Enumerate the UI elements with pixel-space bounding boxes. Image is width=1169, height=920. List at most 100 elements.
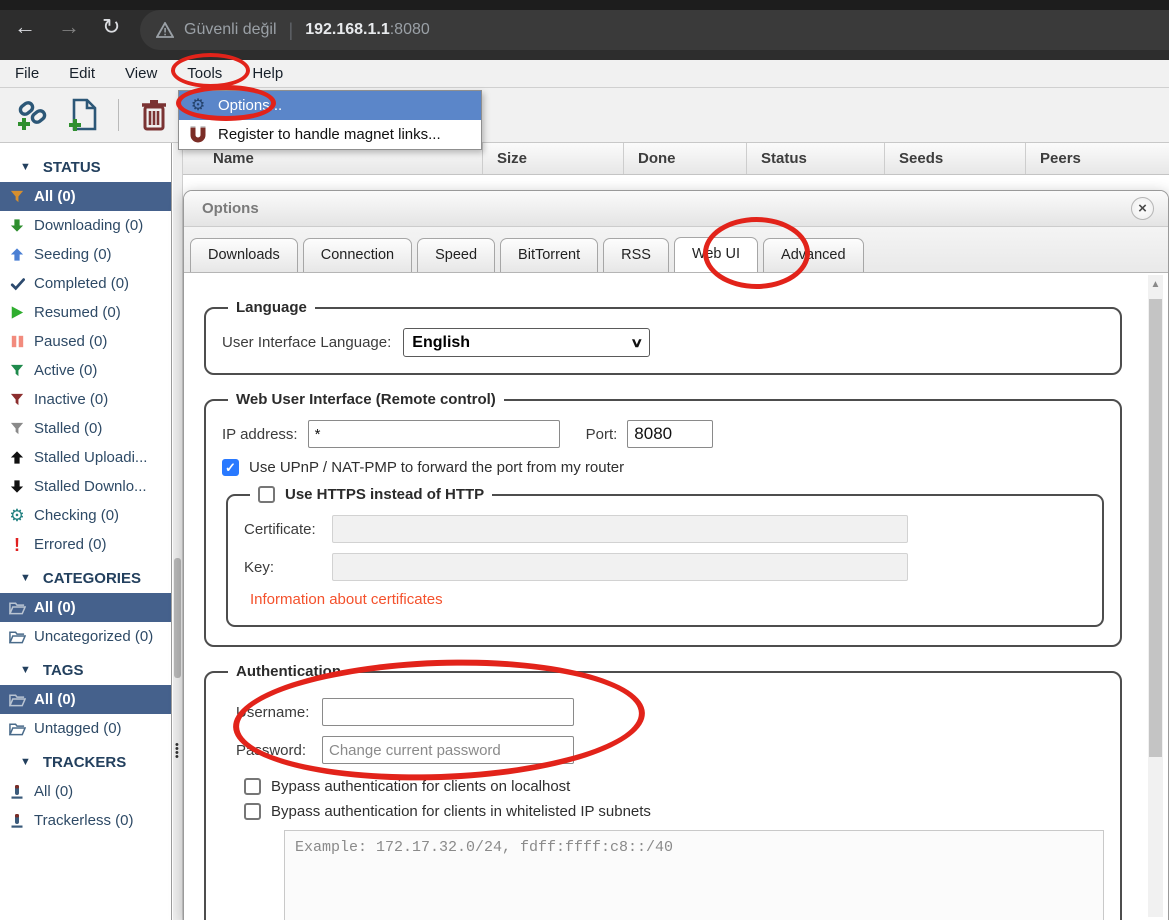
- tab-connection[interactable]: Connection: [302, 238, 413, 272]
- delete-button[interactable]: [137, 97, 171, 133]
- toolbar-separator: [118, 99, 119, 131]
- not-secure-warning-icon: [156, 22, 174, 38]
- dialog-scrollbar-thumb[interactable]: [1149, 299, 1162, 757]
- forward-icon[interactable]: →: [58, 16, 80, 38]
- dialog-titlebar[interactable]: Options ×: [184, 191, 1168, 227]
- menu-view[interactable]: View: [125, 65, 157, 82]
- browser-chrome: ← → ↻ Güvenli değil | 192.168.1.1 :8080: [0, 0, 1169, 60]
- sidebar-item-completed[interactable]: Completed (0): [0, 269, 171, 298]
- sidebar-item-inactive[interactable]: Inactive (0): [0, 385, 171, 414]
- options-dialog: Options × Downloads Connection Speed Bit…: [183, 190, 1169, 920]
- sidebar-item-all-status[interactable]: All (0): [0, 182, 171, 211]
- username-input[interactable]: [322, 698, 574, 726]
- https-checkbox[interactable]: [258, 486, 275, 503]
- whitelisted-subnets-textarea[interactable]: [284, 830, 1104, 920]
- menu-tools[interactable]: Tools: [187, 65, 222, 82]
- https-legend: Use HTTPS instead of HTTP: [250, 486, 492, 503]
- sidebar-item-resumed[interactable]: Resumed (0): [0, 298, 171, 327]
- sidebar-item-paused[interactable]: Paused (0): [0, 327, 171, 356]
- back-icon[interactable]: ←: [14, 16, 36, 38]
- tags-section-header[interactable]: ▼ TAGS: [0, 655, 171, 685]
- menu-file[interactable]: File: [15, 65, 39, 82]
- selected-language: English: [412, 333, 471, 351]
- sidebar-item-downloading[interactable]: Downloading (0): [0, 211, 171, 240]
- language-legend: Language: [236, 299, 307, 316]
- tab-advanced[interactable]: Advanced: [763, 238, 864, 272]
- ui-language-label: User Interface Language:: [222, 334, 392, 351]
- port-label: Port:: [585, 425, 618, 443]
- url-port: :8080: [389, 21, 430, 38]
- arrow-down-icon: [8, 479, 26, 495]
- menu-item-options[interactable]: ⚙ Options...: [179, 91, 481, 120]
- add-torrent-link-button[interactable]: [16, 97, 50, 133]
- ip-address-input[interactable]: [307, 420, 560, 448]
- bypass-localhost-label[interactable]: Bypass authentication for clients on loc…: [271, 778, 570, 795]
- sidebar-item-checking[interactable]: ⚙ Checking (0): [0, 501, 171, 530]
- sidebar-item-errored[interactable]: ! Errored (0): [0, 530, 171, 559]
- dialog-scrollbar[interactable]: ▲: [1148, 275, 1163, 917]
- sidebar-item-stalled-downloading[interactable]: Stalled Downlo...: [0, 472, 171, 501]
- bypass-subnets-checkbox[interactable]: [244, 803, 261, 820]
- ip-address-label: IP address:: [222, 425, 298, 443]
- app-menu-bar: File Edit View Tools Help: [0, 60, 1169, 88]
- bypass-localhost-checkbox[interactable]: [244, 778, 261, 795]
- options-tab-strip: Downloads Connection Speed BitTorrent RS…: [184, 227, 1168, 273]
- sidebar-item-all-tags[interactable]: All (0): [0, 685, 171, 714]
- filters-sidebar: ▼ STATUS All (0) Downloading (0) Seeding…: [0, 143, 172, 920]
- tab-bittorrent[interactable]: BitTorrent: [500, 238, 599, 272]
- key-input[interactable]: [332, 553, 908, 581]
- sidebar-item-uncategorized[interactable]: Uncategorized (0): [0, 622, 171, 651]
- upnp-label[interactable]: Use UPnP / NAT-PMP to forward the port f…: [249, 459, 624, 476]
- sidebar-item-all-categories[interactable]: All (0): [0, 593, 171, 622]
- close-icon[interactable]: ×: [1131, 197, 1154, 220]
- security-warning-text[interactable]: Güvenli değil: [184, 21, 277, 39]
- sidebar-item-all-trackers[interactable]: All (0): [0, 777, 171, 806]
- tab-web-ui[interactable]: Web UI: [673, 237, 759, 272]
- menu-help[interactable]: Help: [252, 65, 283, 82]
- tab-rss[interactable]: RSS: [603, 238, 669, 272]
- certificate-input[interactable]: [332, 515, 908, 543]
- sidebar-item-stalled[interactable]: Stalled (0): [0, 414, 171, 443]
- sidebar-scrollbar-thumb[interactable]: [174, 558, 181, 678]
- pause-icon: [8, 334, 26, 350]
- sidebar-item-seeding[interactable]: Seeding (0): [0, 240, 171, 269]
- trackers-section-header[interactable]: ▼ TRACKERS: [0, 747, 171, 777]
- column-header-done[interactable]: Done: [624, 143, 747, 174]
- menu-item-register-magnet[interactable]: Register to handle magnet links...: [179, 120, 481, 149]
- port-input[interactable]: [627, 420, 714, 448]
- tab-speed[interactable]: Speed: [417, 238, 496, 272]
- tab-downloads[interactable]: Downloads: [190, 238, 298, 272]
- column-header-status[interactable]: Status: [747, 143, 885, 174]
- ui-language-select[interactable]: English ∨: [403, 328, 651, 357]
- webui-legend: Web User Interface (Remote control): [236, 391, 496, 408]
- address-bar[interactable]: Güvenli değil | 192.168.1.1 :8080: [140, 10, 1169, 50]
- reload-icon[interactable]: ↻: [102, 16, 120, 38]
- menu-edit[interactable]: Edit: [69, 65, 95, 82]
- status-section-header[interactable]: ▼ STATUS: [0, 152, 171, 182]
- upnp-checkbox[interactable]: ✓: [222, 459, 239, 476]
- trash-icon: [142, 100, 166, 131]
- play-icon: [8, 305, 26, 321]
- add-torrent-file-button[interactable]: [66, 97, 100, 133]
- column-header-peers[interactable]: Peers: [1026, 143, 1169, 174]
- tracker-icon: [8, 813, 26, 829]
- bypass-subnets-label[interactable]: Bypass authentication for clients in whi…: [271, 803, 651, 820]
- categories-section-header[interactable]: ▼ CATEGORIES: [0, 563, 171, 593]
- certificate-info-link[interactable]: Information about certificates: [250, 591, 443, 608]
- folder-icon: [8, 629, 26, 645]
- folder-icon: [8, 600, 26, 616]
- collapse-triangle-icon: ▼: [20, 756, 31, 768]
- sidebar-item-active[interactable]: Active (0): [0, 356, 171, 385]
- column-header-size[interactable]: Size: [483, 143, 624, 174]
- sidebar-item-stalled-uploading[interactable]: Stalled Uploadi...: [0, 443, 171, 472]
- sidebar-item-untagged[interactable]: Untagged (0): [0, 714, 171, 743]
- certificate-label: Certificate:: [244, 520, 316, 538]
- sidebar-splitter[interactable]: • • • •: [173, 143, 183, 920]
- gear-icon: ⚙: [190, 96, 206, 114]
- collapse-triangle-icon: ▼: [20, 664, 31, 676]
- scroll-up-icon[interactable]: ▲: [1148, 279, 1163, 290]
- column-header-seeds[interactable]: Seeds: [885, 143, 1026, 174]
- link-plus-icon: [18, 101, 47, 130]
- sidebar-item-trackerless[interactable]: Trackerless (0): [0, 806, 171, 835]
- password-input[interactable]: [322, 736, 574, 764]
